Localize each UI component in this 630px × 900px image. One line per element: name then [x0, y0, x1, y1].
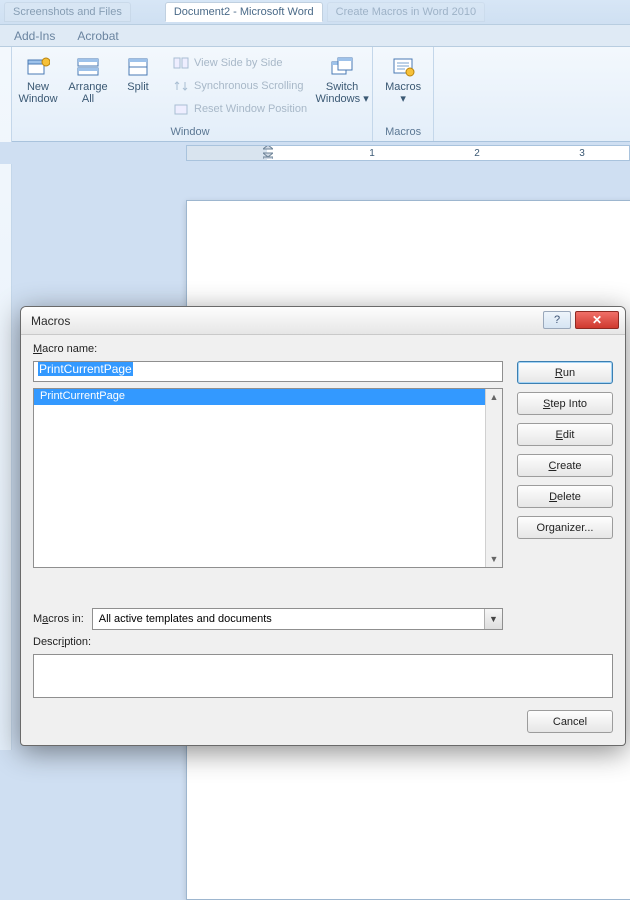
chevron-down-icon[interactable]: ▼	[484, 609, 502, 629]
macro-name-input[interactable]: PrintCurrentPage	[33, 361, 503, 382]
new-window-button[interactable]: New Window	[14, 52, 62, 109]
reset-pos-icon	[173, 101, 189, 117]
arrange-all-button[interactable]: Arrange All	[64, 52, 112, 109]
sync-scroll-icon	[173, 78, 189, 94]
description-label: Description:	[33, 636, 503, 648]
ruler-num: 2	[474, 148, 480, 159]
split-icon	[126, 56, 150, 78]
ribbon-tab-acrobat[interactable]: Acrobat	[67, 26, 128, 46]
macros-group-label: Macros	[379, 125, 427, 141]
chevron-down-icon: ▾	[400, 93, 406, 105]
edit-button[interactable]: Edit	[517, 423, 613, 446]
ruler-num: 1	[369, 148, 375, 159]
arrange-all-icon	[76, 56, 100, 78]
arrange-all-label: Arrange All	[68, 81, 107, 105]
macro-name-label: Macro name:	[33, 343, 503, 355]
description-box[interactable]	[33, 654, 613, 698]
window-title-tabs: Screenshots and Files Document2 - Micros…	[0, 0, 630, 25]
title-tab-inactive-left[interactable]: Screenshots and Files	[4, 2, 131, 22]
new-window-icon	[26, 56, 50, 78]
close-icon: ✕	[592, 313, 602, 327]
dialog-title-text: Macros	[31, 314, 70, 328]
macros-icon	[391, 56, 415, 78]
scrollbar[interactable]: ▲ ▼	[485, 389, 502, 567]
sync-scrolling-button[interactable]: Synchronous Scrolling	[168, 75, 312, 97]
ribbon-tab-row: Add-Ins Acrobat	[0, 25, 630, 47]
chevron-down-icon: ▾	[363, 93, 369, 105]
macros-in-value: All active templates and documents	[99, 613, 272, 625]
title-tab-inactive-right[interactable]: Create Macros in Word 2010	[327, 2, 485, 22]
switch-windows-label: Switch Windows ▾	[316, 81, 369, 105]
create-button[interactable]: Create	[517, 454, 613, 477]
macros-dialog: Macros ? ✕ Macro name: PrintCurrentPage …	[20, 306, 626, 746]
view-side-by-side-button[interactable]: View Side by Side	[168, 52, 312, 74]
close-button[interactable]: ✕	[575, 311, 619, 329]
switch-windows-button[interactable]: Switch Windows ▾	[318, 52, 366, 109]
side-by-side-icon	[173, 55, 189, 71]
list-item[interactable]: PrintCurrentPage	[34, 389, 502, 405]
ribbon-group-macros: Macros▾ Macros	[373, 47, 434, 141]
switch-windows-icon	[330, 56, 354, 78]
run-button[interactable]: Run	[517, 361, 613, 384]
dialog-titlebar[interactable]: Macros ? ✕	[21, 307, 625, 335]
view-side-label: View Side by Side	[194, 57, 282, 69]
reset-pos-label: Reset Window Position	[194, 103, 307, 115]
title-tab-active[interactable]: Document2 - Microsoft Word	[165, 2, 323, 22]
macro-name-value: PrintCurrentPage	[38, 362, 133, 376]
help-button[interactable]: ?	[543, 311, 571, 329]
scroll-up-icon[interactable]: ▲	[487, 389, 502, 405]
macros-in-combo[interactable]: All active templates and documents ▼	[92, 608, 503, 630]
sync-scroll-label: Synchronous Scrolling	[194, 80, 303, 92]
ribbon-group-window: New Window Arrange All Split View Side b…	[12, 47, 373, 141]
indent-marker-icon[interactable]	[263, 145, 273, 159]
new-window-label: New Window	[18, 81, 57, 105]
ribbon-tab-addins[interactable]: Add-Ins	[4, 26, 65, 46]
macros-in-label: Macros in:	[33, 613, 84, 625]
horizontal-ruler[interactable]: 1 2 3 4	[186, 145, 630, 161]
macro-listbox[interactable]: PrintCurrentPage ▲ ▼	[33, 388, 503, 568]
cancel-button[interactable]: Cancel	[527, 710, 613, 733]
delete-button[interactable]: Delete	[517, 485, 613, 508]
reset-window-pos-button[interactable]: Reset Window Position	[168, 98, 312, 120]
macros-button[interactable]: Macros▾	[379, 52, 427, 109]
split-label: Split	[127, 81, 148, 93]
help-icon: ?	[554, 314, 560, 326]
ribbon: New Window Arrange All Split View Side b…	[0, 47, 630, 142]
ruler-row: 1 2 3 4	[0, 142, 630, 164]
split-button[interactable]: Split	[114, 52, 162, 97]
macros-label: Macros▾	[385, 81, 421, 105]
ruler-num: 3	[579, 148, 585, 159]
window-group-label: Window	[14, 125, 366, 141]
scroll-down-icon[interactable]: ▼	[487, 551, 502, 567]
organizer-button[interactable]: Organizer...	[517, 516, 613, 539]
step-into-button[interactable]: Step Into	[517, 392, 613, 415]
